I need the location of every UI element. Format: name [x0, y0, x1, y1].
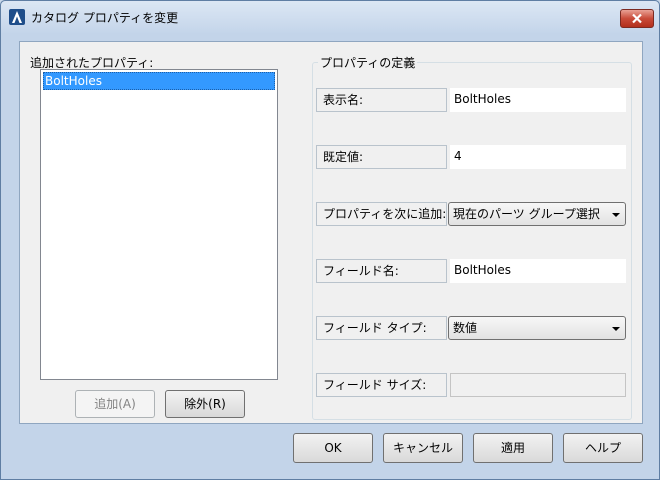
- add-property-to-label: プロパティを次に追加:: [316, 202, 447, 226]
- field-size-label: フィールド サイズ:: [316, 373, 447, 397]
- chevron-down-icon: [612, 327, 620, 331]
- apply-button[interactable]: 適用: [473, 433, 553, 463]
- dialog-content: 追加されたプロパティ: BoltHoles 追加(A) 除外(R) プロパティの…: [19, 41, 643, 424]
- field-type-value: 数値: [453, 321, 478, 335]
- dialog-window: カタログ プロパティを変更 追加されたプロパティ: BoltHoles 追加(A…: [0, 0, 660, 480]
- ok-button[interactable]: OK: [293, 433, 373, 463]
- property-definition-group: [312, 62, 632, 420]
- app-icon: [9, 9, 25, 25]
- cancel-button[interactable]: キャンセル: [383, 433, 463, 463]
- field-name-label: フィールド名:: [316, 259, 447, 283]
- close-icon: [632, 13, 642, 24]
- field-name-field[interactable]: BoltHoles: [450, 259, 626, 283]
- close-button[interactable]: [620, 9, 654, 28]
- field-type-select[interactable]: 数値: [448, 316, 626, 340]
- remove-button[interactable]: 除外(R): [165, 390, 245, 418]
- title-bar[interactable]: カタログ プロパティを変更: [1, 1, 659, 33]
- help-button[interactable]: ヘルプ: [563, 433, 643, 463]
- display-name-label: 表示名:: [316, 88, 447, 112]
- list-item[interactable]: BoltHoles: [43, 72, 275, 90]
- add-property-to-value: 現在のパーツ グループ選択: [453, 207, 600, 221]
- property-definition-legend: プロパティの定義: [318, 54, 418, 71]
- field-size-field: [450, 373, 626, 397]
- default-value-field[interactable]: 4: [450, 145, 626, 169]
- add-property-to-select[interactable]: 現在のパーツ グループ選択: [448, 202, 626, 226]
- field-type-label: フィールド タイプ:: [316, 316, 447, 340]
- window-title: カタログ プロパティを変更: [31, 11, 179, 25]
- display-name-field[interactable]: BoltHoles: [450, 88, 626, 112]
- chevron-down-icon: [612, 213, 620, 217]
- add-button[interactable]: 追加(A): [75, 390, 155, 418]
- added-properties-list[interactable]: BoltHoles: [40, 69, 278, 380]
- default-value-label: 既定値:: [316, 145, 447, 169]
